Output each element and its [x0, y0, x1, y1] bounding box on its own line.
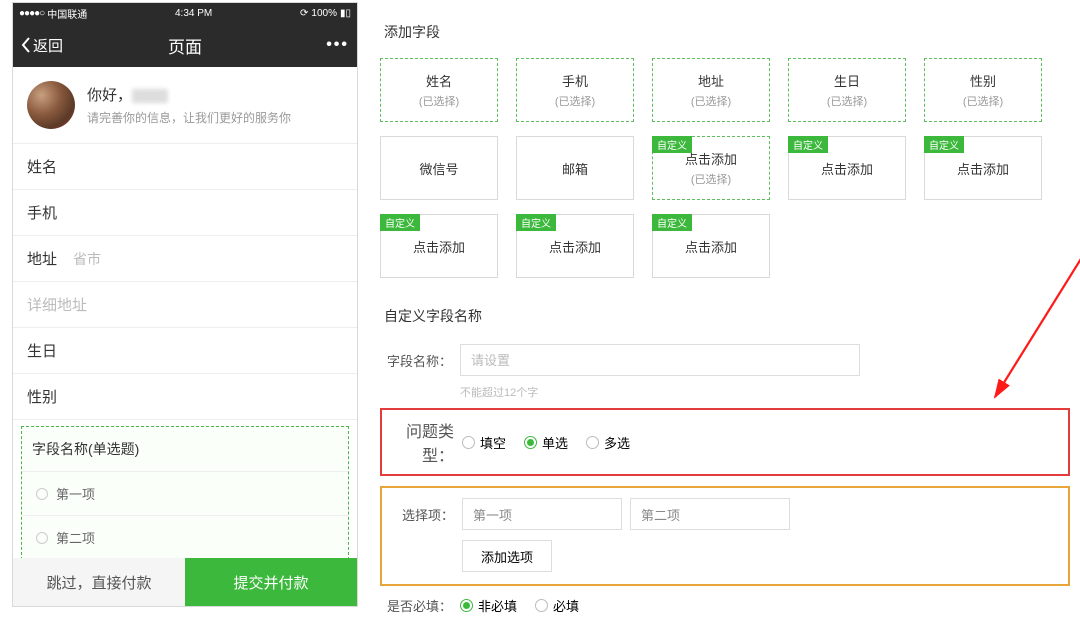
field-group-opt2[interactable]: 第二项 [22, 516, 348, 559]
field-name-hint: 不能超过12个字 [460, 384, 1070, 400]
battery-label: 100% [311, 8, 337, 19]
required-no[interactable]: 非必填 [460, 596, 517, 615]
opt-input-2[interactable] [630, 498, 790, 530]
form-row-phone[interactable]: 手机 [13, 190, 357, 236]
question-type-box: 问题类型： 填空 单选 多选 [380, 408, 1070, 476]
battery-icon: ▮▯ [340, 8, 351, 19]
hello-text: 你好， [87, 84, 291, 105]
field-group-title: 字段名称(单选题) [22, 427, 348, 472]
custom-badge: 自定义 [516, 214, 556, 231]
options-box: 选择项： 添加选项 [380, 486, 1070, 586]
field-card-phone[interactable]: 手机(已选择) [516, 58, 634, 122]
profile-sub: 请完善你的信息，让我们更好的服务你 [87, 109, 291, 126]
form-row-gender[interactable]: 性别 [13, 374, 357, 420]
config-panel: 添加字段 姓名(已选择) 手机(已选择) 地址(已选择) 生日(已选择) 性别(… [380, 2, 1070, 623]
custom-badge: 自定义 [652, 214, 692, 231]
carrier-label: 中国联通 [47, 6, 87, 21]
field-card-custom-6[interactable]: 自定义 点击添加 [652, 214, 770, 278]
skip-button[interactable]: 跳过，直接付款 [13, 558, 185, 606]
nav-title: 页面 [13, 33, 357, 58]
chevron-left-icon [21, 37, 31, 53]
field-card-birthday[interactable]: 生日(已选择) [788, 58, 906, 122]
required-label: 是否必填： [380, 596, 452, 615]
field-card-custom-3[interactable]: 自定义 点击添加 [924, 136, 1042, 200]
field-group-opt1[interactable]: 第一项 [22, 472, 348, 516]
qtype-fill[interactable]: 填空 [462, 433, 506, 452]
required-yes[interactable]: 必填 [535, 596, 579, 615]
profile-block: 你好， 请完善你的信息，让我们更好的服务你 [13, 67, 357, 144]
status-time: 4:34 PM [175, 8, 212, 19]
signal-icon: ●●●●○ [19, 8, 44, 19]
field-card-email[interactable]: 邮箱 [516, 136, 634, 200]
field-card-custom-2[interactable]: 自定义 点击添加 [788, 136, 906, 200]
more-button[interactable]: ••• [326, 36, 349, 54]
status-bar: ●●●●○ 中国联通 4:34 PM ⟳ 100% ▮▯ [13, 3, 357, 23]
field-name-label: 字段名称： [380, 351, 452, 370]
field-card-name[interactable]: 姓名(已选择) [380, 58, 498, 122]
add-option-button[interactable]: 添加选项 [462, 540, 552, 572]
nav-bar: 返回 页面 ••• [13, 23, 357, 67]
add-field-title: 添加字段 [380, 2, 1070, 58]
form-row-detail[interactable]: 详细地址 [13, 282, 357, 328]
form-row-address[interactable]: 地址 省市 [13, 236, 357, 282]
opt-input-1[interactable] [462, 498, 622, 530]
phone-preview: ●●●●○ 中国联通 4:34 PM ⟳ 100% ▮▯ 返回 页面 ••• 你… [12, 2, 358, 607]
qtype-single[interactable]: 单选 [524, 433, 568, 452]
field-card-gender[interactable]: 性别(已选择) [924, 58, 1042, 122]
back-button[interactable]: 返回 [21, 35, 63, 56]
field-card-custom-selected[interactable]: 自定义 点击添加(已选择) [652, 136, 770, 200]
form-row-name[interactable]: 姓名 [13, 144, 357, 190]
field-grid: 姓名(已选择) 手机(已选择) 地址(已选择) 生日(已选择) 性别(已选择) … [380, 58, 1070, 278]
custom-badge: 自定义 [380, 214, 420, 231]
custom-field-editor: 自定义字段名称 字段名称： 不能超过12个字 问题类型： 填空 单选 多选 选择… [380, 306, 1070, 615]
opts-label: 选择项： [382, 505, 454, 524]
qtype-multi[interactable]: 多选 [586, 433, 630, 452]
field-card-custom-4[interactable]: 自定义 点击添加 [380, 214, 498, 278]
form-row-birthday[interactable]: 生日 [13, 328, 357, 374]
custom-badge: 自定义 [788, 136, 828, 153]
field-card-custom-5[interactable]: 自定义 点击添加 [516, 214, 634, 278]
cp-title: 自定义字段名称 [380, 306, 1070, 326]
avatar [27, 81, 75, 129]
custom-badge: 自定义 [652, 136, 692, 153]
submit-button[interactable]: 提交并付款 [185, 558, 357, 606]
field-name-input[interactable] [460, 344, 860, 376]
refresh-icon: ⟳ [300, 8, 308, 19]
field-card-wechat[interactable]: 微信号 [380, 136, 498, 200]
phone-footer: 跳过，直接付款 提交并付款 [13, 558, 357, 606]
custom-badge: 自定义 [924, 136, 964, 153]
field-card-address[interactable]: 地址(已选择) [652, 58, 770, 122]
qtype-label: 问题类型： [382, 418, 454, 466]
custom-field-preview[interactable]: 字段名称(单选题) 第一项 第二项 [21, 426, 349, 560]
